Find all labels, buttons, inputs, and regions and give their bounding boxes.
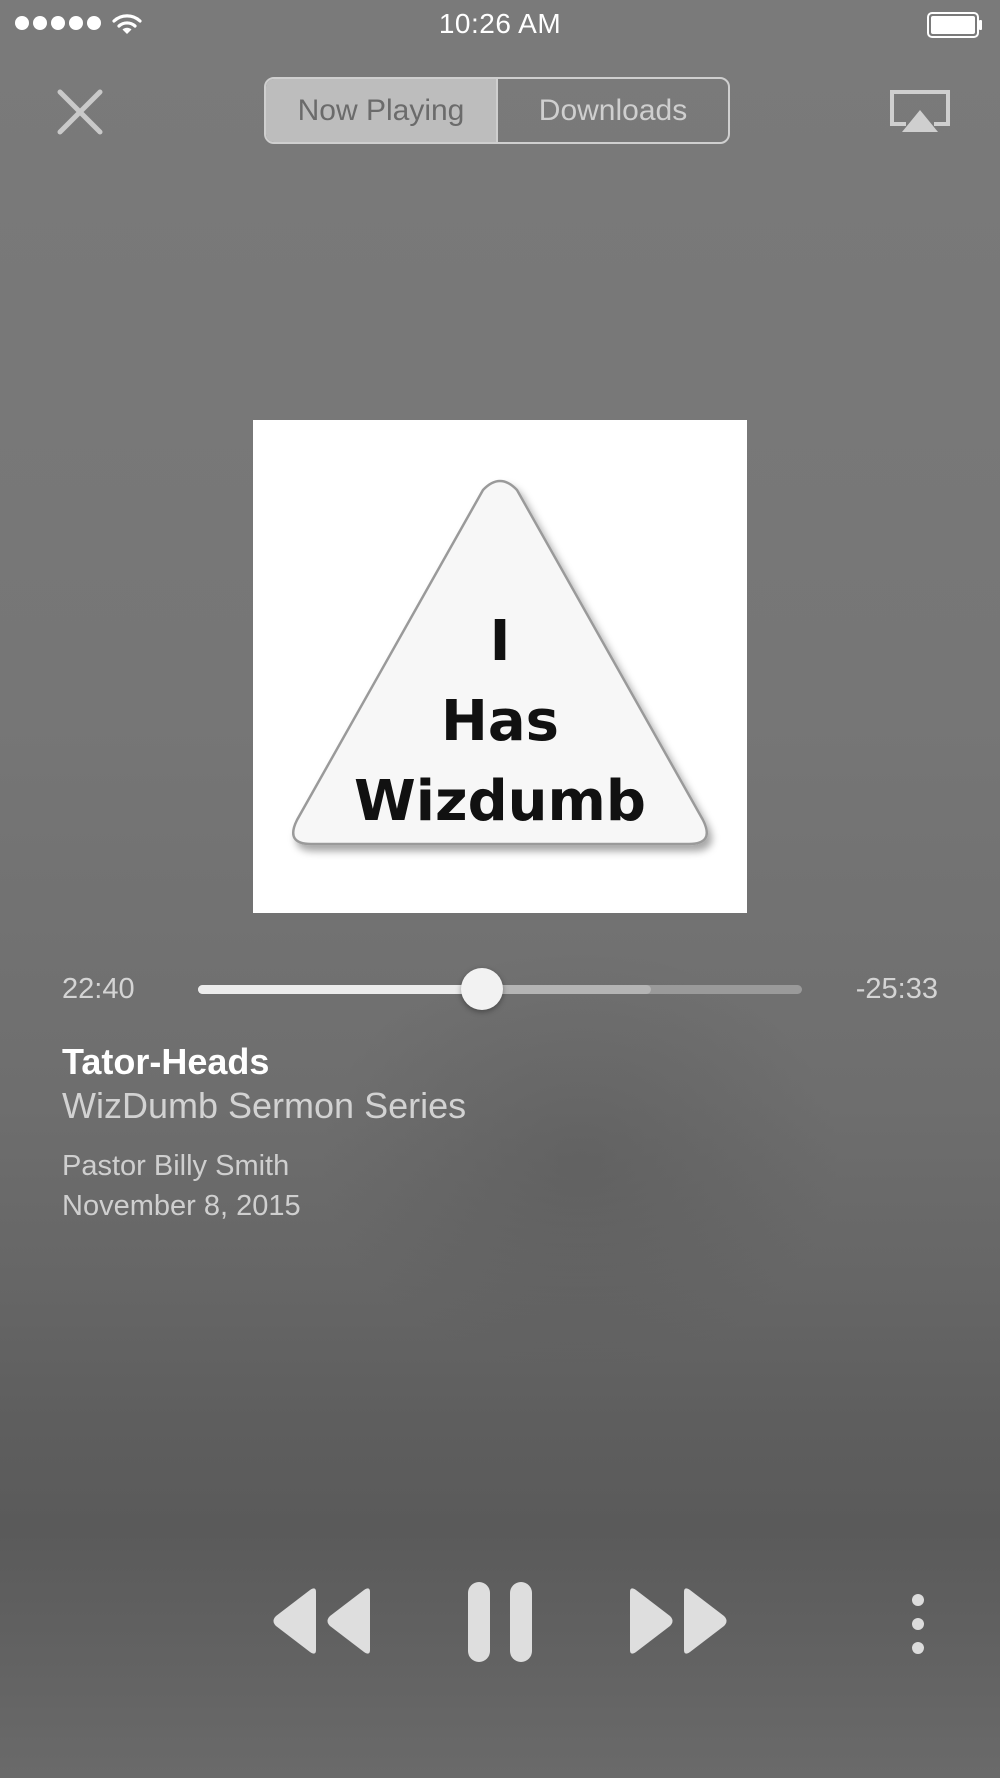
remaining-time: -25:33 — [855, 973, 938, 1005]
tab-downloads[interactable]: Downloads — [496, 79, 728, 142]
status-time: 10:26 AM — [438, 8, 562, 39]
tab-now-playing[interactable]: Now Playing — [266, 79, 496, 142]
played-bar — [198, 985, 482, 994]
sermon-date: November 8, 2015 — [62, 1190, 301, 1222]
rewind-icon[interactable] — [270, 1586, 376, 1656]
elapsed-time: 22:40 — [62, 973, 135, 1005]
battery-icon — [927, 12, 982, 38]
status-bar: 10:26 AM — [0, 0, 1000, 50]
artwork-text-line1: I — [490, 609, 511, 674]
view-switcher: Now Playing Downloads — [264, 77, 730, 144]
pause-icon[interactable] — [464, 1582, 536, 1662]
fast-forward-icon[interactable] — [624, 1586, 730, 1656]
progress-slider[interactable] — [198, 968, 802, 1010]
artwork-text-line3: Wizdumb — [354, 769, 646, 834]
artwork-text-line2: Has — [441, 689, 559, 754]
track-info: Tator-Heads WizDumb Sermon Series Pastor… — [62, 1040, 942, 1226]
now-playing-screen: 10:26 AM Now Playing Downloads I Has Wiz… — [0, 0, 1000, 1778]
airplay-icon[interactable] — [888, 88, 952, 136]
album-artwork: I Has Wizdumb — [253, 420, 747, 913]
series-title: WizDumb Sermon Series — [62, 1085, 467, 1126]
track-title: Tator-Heads — [62, 1041, 270, 1082]
progress-thumb[interactable] — [460, 968, 503, 1010]
more-vertical-icon[interactable] — [898, 1594, 938, 1654]
speaker-name: Pastor Billy Smith — [62, 1150, 290, 1182]
close-icon[interactable] — [52, 86, 108, 142]
